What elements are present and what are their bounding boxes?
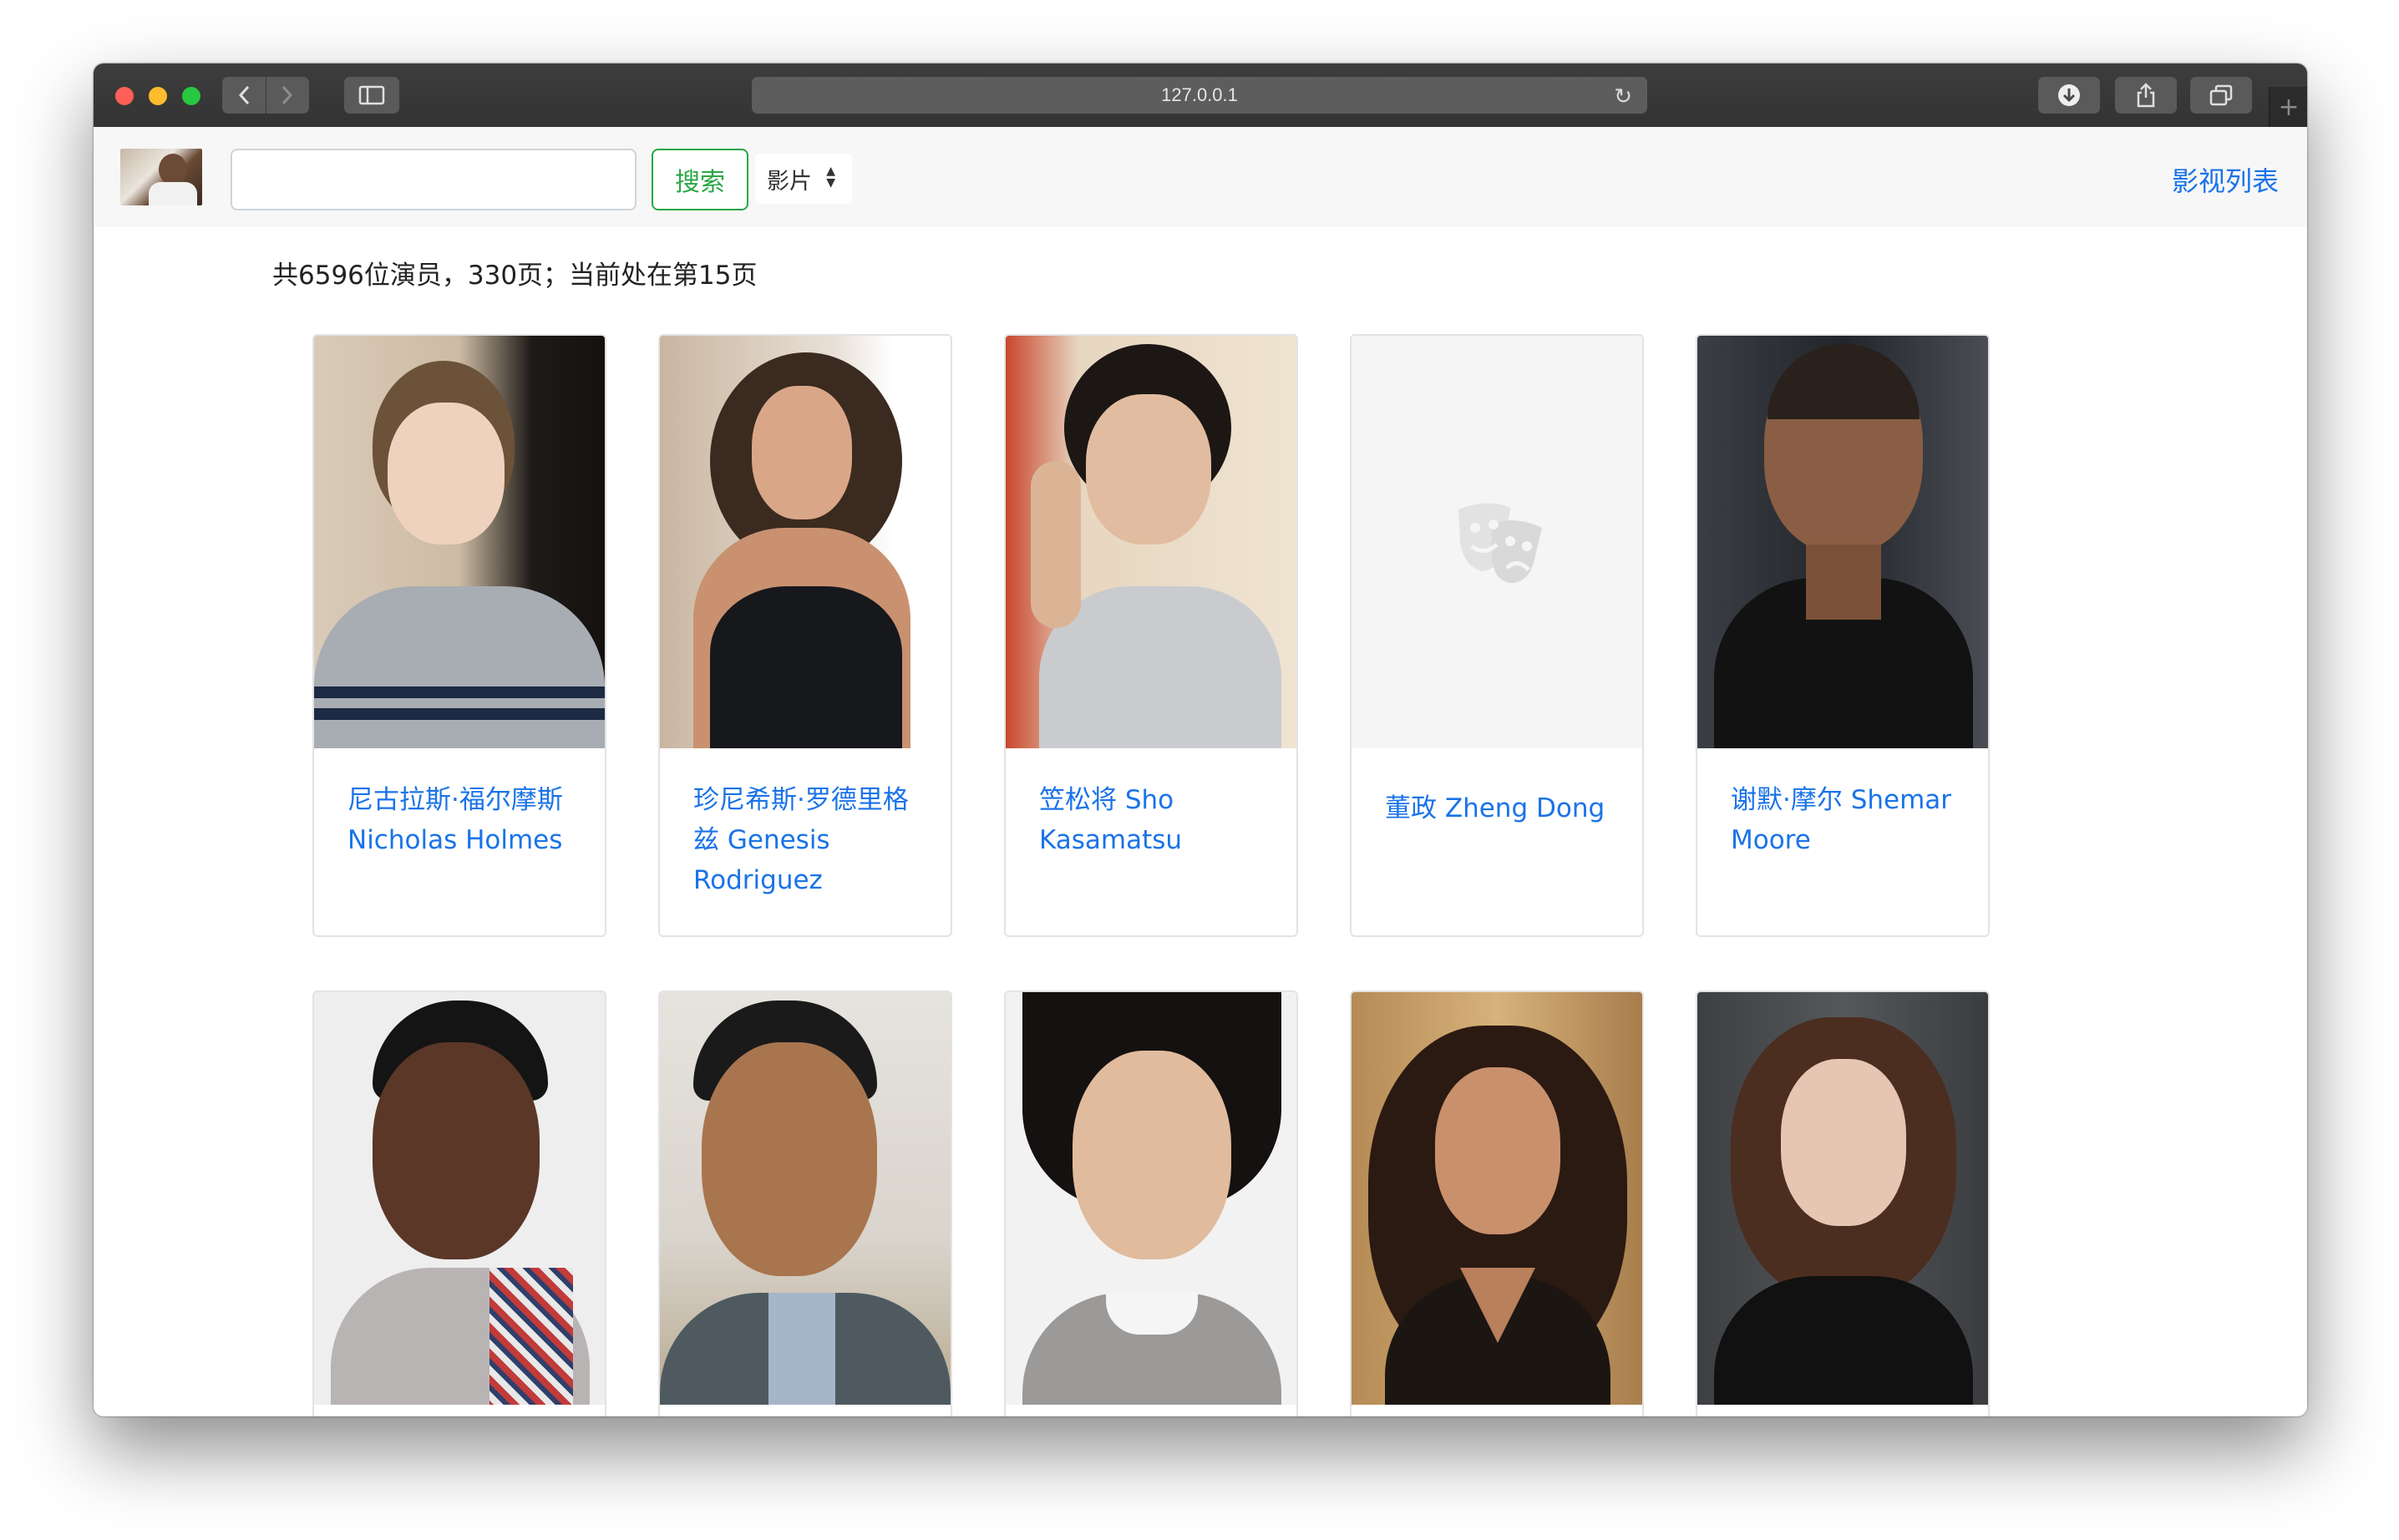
history-nav	[222, 77, 309, 114]
download-icon	[2058, 84, 2080, 106]
close-window-button[interactable]	[115, 87, 134, 105]
actor-photo[interactable]	[1006, 336, 1296, 748]
web-page: 搜索 影片 ▲ ▼ 影视列表 共6596位演员，330页；当前处在第15页 尼古拉…	[94, 127, 2307, 1416]
type-select-value: 影片	[767, 168, 812, 195]
actor-card[interactable]: 董政 Zheng Dong	[1350, 334, 1644, 937]
actor-name-link[interactable]: 谢默·摩尔 Shemar Moore	[1731, 780, 1965, 860]
select-arrows-icon: ▲ ▼	[826, 165, 835, 190]
minimize-window-button[interactable]	[149, 87, 167, 105]
sidebar-icon	[358, 85, 385, 105]
plus-icon: +	[2278, 92, 2300, 122]
actor-photo[interactable]	[314, 992, 605, 1405]
url-text: 127.0.0.1	[1161, 84, 1238, 105]
actor-photo[interactable]	[660, 992, 951, 1405]
chevron-left-icon	[238, 85, 249, 105]
tab-overview-button[interactable]	[2190, 77, 2252, 114]
actor-card[interactable]: 珍尼希斯·罗德里格兹 Genesis Rodriguez	[658, 334, 952, 937]
actor-photo-placeholder[interactable]	[1352, 336, 1642, 748]
actor-name-link[interactable]: 笠松将 Sho Kasamatsu	[1039, 780, 1273, 860]
tabs-icon	[2209, 84, 2233, 106]
new-tab-button[interactable]: +	[2269, 87, 2307, 127]
actor-photo[interactable]	[1352, 992, 1642, 1405]
address-bar[interactable]: 127.0.0.1 ↻	[752, 77, 1647, 114]
theater-masks-icon	[1458, 503, 1542, 584]
actor-card[interactable]	[1004, 990, 1298, 1416]
type-select[interactable]: 影片 ▲ ▼	[755, 154, 852, 204]
actor-name-link[interactable]: 尼古拉斯·福尔摩斯 Nicholas Holmes	[347, 780, 581, 860]
brand-logo-image[interactable]	[120, 149, 202, 205]
actor-name-link[interactable]: 珍尼希斯·罗德里格兹 Genesis Rodriguez	[693, 780, 927, 900]
actor-card[interactable]	[1696, 990, 1990, 1416]
movie-list-link[interactable]: 影视列表	[2172, 160, 2279, 199]
search-button[interactable]: 搜索	[652, 149, 748, 210]
actor-photo[interactable]	[1006, 992, 1296, 1405]
actor-card[interactable]: 谢默·摩尔 Shemar Moore	[1696, 334, 1990, 937]
browser-titlebar: 127.0.0.1 ↻ +	[94, 63, 2307, 128]
share-icon	[2137, 83, 2155, 108]
share-button[interactable]	[2115, 77, 2177, 114]
actor-card[interactable]	[658, 990, 952, 1416]
actor-card[interactable]	[312, 990, 606, 1416]
actor-card[interactable]: 笠松将 Sho Kasamatsu	[1004, 334, 1298, 937]
sidebar-toggle-button[interactable]	[344, 77, 399, 114]
actor-card[interactable]: 尼古拉斯·福尔摩斯 Nicholas Holmes	[312, 334, 606, 937]
forward-button[interactable]	[265, 77, 310, 114]
reload-icon[interactable]: ↻	[1614, 84, 1632, 109]
zoom-window-button[interactable]	[182, 87, 200, 105]
actor-card[interactable]	[1350, 990, 1644, 1416]
downloads-button[interactable]	[2038, 77, 2100, 114]
actor-photo[interactable]	[660, 336, 951, 748]
actor-photo[interactable]	[1697, 992, 1988, 1405]
browser-window: 127.0.0.1 ↻ + 搜索 影片 ▲ ▼ 影视列表 共6596位演员，33…	[94, 63, 2307, 1416]
pagination-summary: 共6596位演员，330页；当前处在第15页	[272, 261, 758, 291]
top-navbar: 搜索 影片 ▲ ▼ 影视列表	[94, 127, 2307, 227]
back-button[interactable]	[222, 77, 266, 114]
actor-name-link[interactable]: 董政 Zheng Dong	[1385, 788, 1619, 828]
actor-photo[interactable]	[1697, 336, 1988, 748]
chevron-right-icon	[282, 85, 293, 105]
search-input[interactable]	[231, 149, 637, 210]
actor-photo[interactable]	[314, 336, 605, 748]
